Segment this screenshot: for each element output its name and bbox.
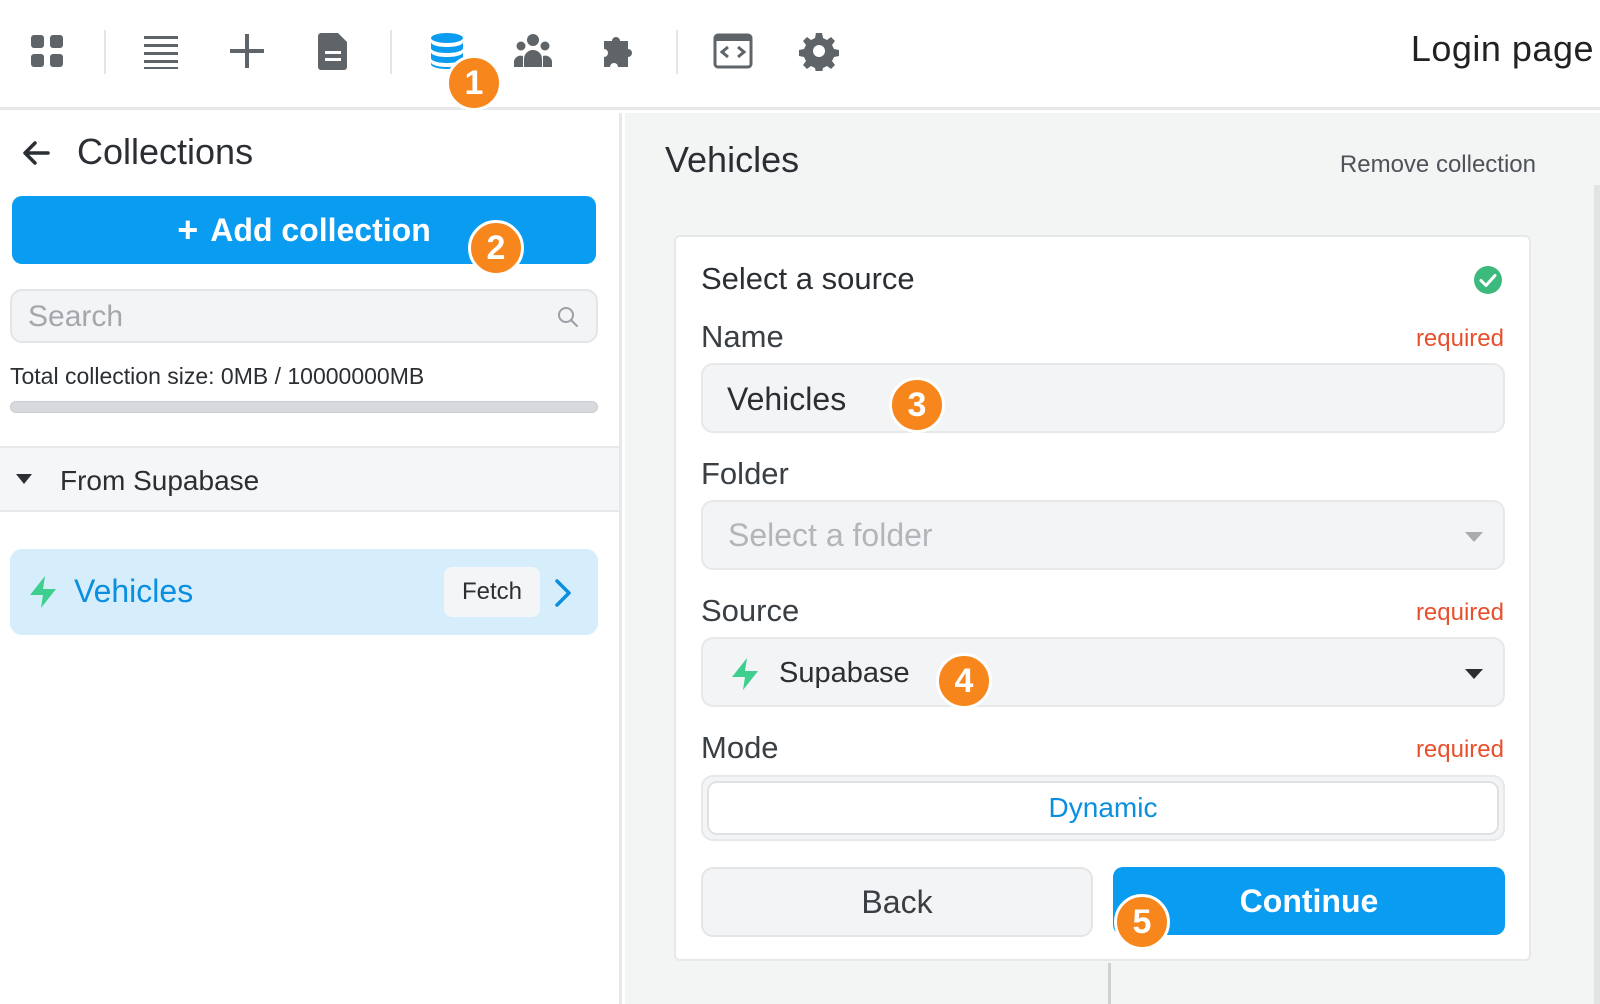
name-input[interactable]: [727, 377, 1467, 421]
total-size-text: Total collection size: 0MB / 10000000MB: [10, 363, 425, 389]
mode-selector: Dynamic: [701, 775, 1505, 841]
search-input[interactable]: [28, 297, 528, 337]
select-source-card: Select a source Name required Folder Sel…: [674, 235, 1531, 961]
collections-sidebar: Collections + Add collection Total colle…: [0, 113, 622, 1004]
step-badge-1: 1: [446, 55, 502, 111]
name-label: Name: [701, 319, 784, 354]
back-arrow-icon[interactable]: [18, 135, 54, 171]
caret-down-icon: [16, 474, 32, 484]
step-badge-2: 2: [468, 220, 524, 276]
step-badge-3: 3: [889, 377, 945, 433]
plus-icon[interactable]: [224, 28, 270, 74]
puzzle-icon[interactable]: [596, 28, 642, 74]
card-title: Select a source: [701, 261, 915, 296]
folder-select[interactable]: Select a folder: [701, 500, 1505, 570]
source-select[interactable]: Supabase: [701, 637, 1505, 707]
step-badge-5: 5: [1114, 894, 1170, 950]
folder-label: Folder: [701, 456, 789, 491]
collection-item-vehicles[interactable]: Vehicles Fetch: [10, 549, 598, 635]
mode-option-dynamic[interactable]: Dynamic: [707, 781, 1499, 835]
group-from-supabase[interactable]: From Supabase: [0, 446, 619, 512]
toolbar-divider: [390, 30, 392, 74]
sidebar-title: Collections: [77, 131, 254, 172]
supabase-icon: [732, 658, 758, 690]
back-button[interactable]: Back: [701, 867, 1093, 937]
search-icon: [558, 307, 578, 327]
sidebar-header: Collections: [0, 127, 600, 177]
source-label: Source: [701, 593, 800, 628]
collection-item-name: Vehicles: [74, 573, 194, 609]
gear-icon[interactable]: [796, 28, 842, 74]
scrollbar[interactable]: [1594, 185, 1600, 1004]
plus-icon: +: [177, 209, 199, 250]
check-circle-icon: [1474, 266, 1502, 294]
page-icon[interactable]: [310, 28, 356, 74]
supabase-icon: [30, 576, 56, 608]
top-toolbar: Login page: [0, 0, 1600, 110]
source-value: Supabase: [779, 657, 910, 689]
step-badge-4: 4: [936, 653, 992, 709]
chevron-down-icon: [1465, 532, 1483, 542]
source-required: required: [1415, 599, 1504, 626]
name-required: required: [1415, 325, 1504, 352]
page-title: Login page: [1410, 28, 1594, 69]
chevron-down-icon: [1465, 669, 1483, 679]
list-icon[interactable]: [138, 28, 184, 74]
toolbar-divider: [676, 30, 678, 74]
remove-collection-link[interactable]: Remove collection: [1340, 151, 1536, 179]
add-collection-label: Add collection: [210, 211, 431, 248]
name-field-box: [701, 363, 1505, 433]
mode-required: required: [1415, 736, 1504, 763]
continue-button[interactable]: Continue: [1113, 867, 1505, 935]
chevron-right-icon[interactable]: [552, 577, 574, 609]
code-icon[interactable]: [710, 28, 756, 74]
apps-grid-icon[interactable]: [24, 28, 70, 74]
collection-detail-panel: Vehicles Remove collection Select a sour…: [625, 113, 1600, 1004]
toolbar-divider: [104, 30, 106, 74]
size-usage-bar: [10, 401, 598, 413]
search-box: [10, 289, 598, 343]
fetch-button[interactable]: Fetch: [444, 567, 540, 617]
group-label: From Supabase: [60, 465, 260, 496]
divider-line: [1108, 963, 1111, 1004]
mode-label: Mode: [701, 730, 779, 765]
folder-placeholder: Select a folder: [728, 517, 933, 553]
users-icon[interactable]: [510, 28, 556, 74]
collection-title: Vehicles: [665, 139, 800, 180]
